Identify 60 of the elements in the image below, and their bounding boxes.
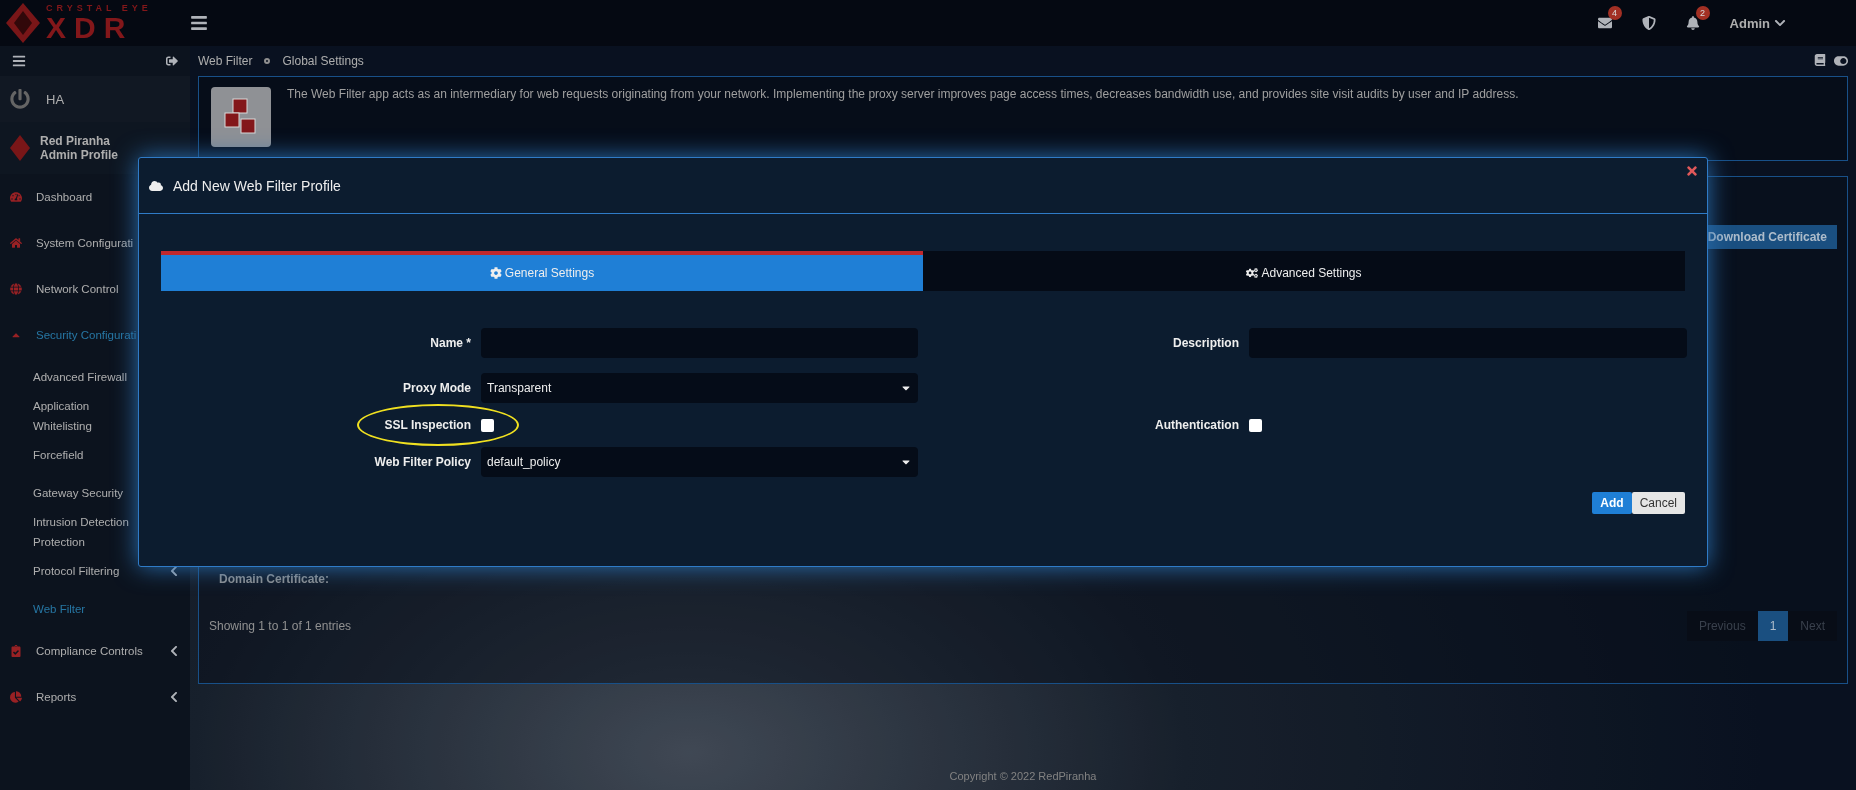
gear-icon — [489, 267, 502, 279]
shield-icon — [1641, 16, 1656, 30]
user-menu[interactable]: Admin — [1729, 15, 1786, 31]
cloud-icon — [149, 178, 163, 193]
select-field[interactable]: Transparent — [481, 373, 918, 403]
field-label: Authentication — [1155, 418, 1239, 432]
field-label: Web Filter Policy — [374, 455, 471, 469]
app-icon — [211, 87, 271, 147]
menu-icon — [190, 14, 208, 32]
copyright-text: Copyright © 2022 RedPiranha — [949, 770, 1097, 782]
field-label: Name * — [430, 336, 471, 350]
description-text: The Web Filter app acts as an intermediary for web requests originating from your network. Implementing the proxy server improves page access times, decreases bandwidth use, and provides site visit audits by user and IP address. — [287, 87, 1519, 103]
nav-icon — [10, 237, 22, 249]
logo-text: XDR — [46, 12, 134, 43]
page-button[interactable]: 1 — [1757, 611, 1789, 641]
toggle-icon — [1834, 54, 1848, 68]
power-icon — [10, 89, 30, 109]
nav-icon — [10, 691, 22, 703]
nav-item[interactable]: Reports — [0, 674, 190, 720]
nav-item[interactable]: Web Filter — [0, 590, 190, 628]
dialog-button[interactable]: Add — [1592, 492, 1632, 514]
ha-label[interactable]: HA — [46, 91, 65, 107]
tab[interactable]: Advanced Settings — [923, 251, 1685, 291]
profile-name: Red Piranha — [40, 134, 112, 148]
dialog-button[interactable]: Cancel — [1631, 492, 1685, 514]
field-label: Description — [1173, 336, 1239, 350]
select-field[interactable]: default_policy — [481, 447, 918, 477]
nav-icon — [10, 283, 22, 295]
nav-item[interactable]: Security Configurati — [0, 312, 190, 358]
logout-icon — [166, 55, 178, 67]
close-icon[interactable] — [1685, 164, 1699, 178]
tab[interactable]: General Settings — [161, 251, 923, 291]
chevron-icon — [168, 565, 180, 577]
dot-icon — [264, 58, 271, 64]
entries-info: Showing 1 to 1 of 1 entries — [209, 619, 352, 633]
nav-icon — [10, 191, 22, 203]
gears-icon — [1246, 267, 1259, 279]
nav-item[interactable]: Compliance Controls — [0, 628, 190, 674]
checkbox[interactable] — [481, 418, 494, 432]
count-badge: 2 — [1695, 6, 1710, 20]
modal-title: Add New Web Filter Profile — [173, 177, 341, 194]
field-label: Domain Certificate: — [219, 572, 331, 586]
chevron-down-icon — [1774, 17, 1786, 29]
menu-icon — [12, 54, 26, 68]
book-icon — [1814, 54, 1826, 68]
mail-icon[interactable] — [1597, 16, 1612, 30]
logo-tagline: CRYSTAL EYE — [46, 3, 152, 13]
logo-icon — [10, 135, 30, 161]
chevron-icon — [168, 645, 180, 657]
chevron-icon — [168, 691, 180, 703]
bell-icon[interactable] — [1685, 16, 1700, 30]
field-label: Proxy Mode — [403, 381, 471, 395]
profile-role: Admin Profile — [40, 148, 118, 162]
breadcrumb-link[interactable]: Web Filter — [198, 54, 253, 68]
checkbox[interactable] — [1249, 418, 1262, 432]
nav-icon — [10, 645, 22, 657]
breadcrumb-current: Global Settings — [282, 54, 364, 68]
count-badge: 4 — [1607, 6, 1622, 20]
logo-icon — [6, 3, 40, 43]
nav-item[interactable]: Protocol Filtering — [0, 552, 190, 590]
